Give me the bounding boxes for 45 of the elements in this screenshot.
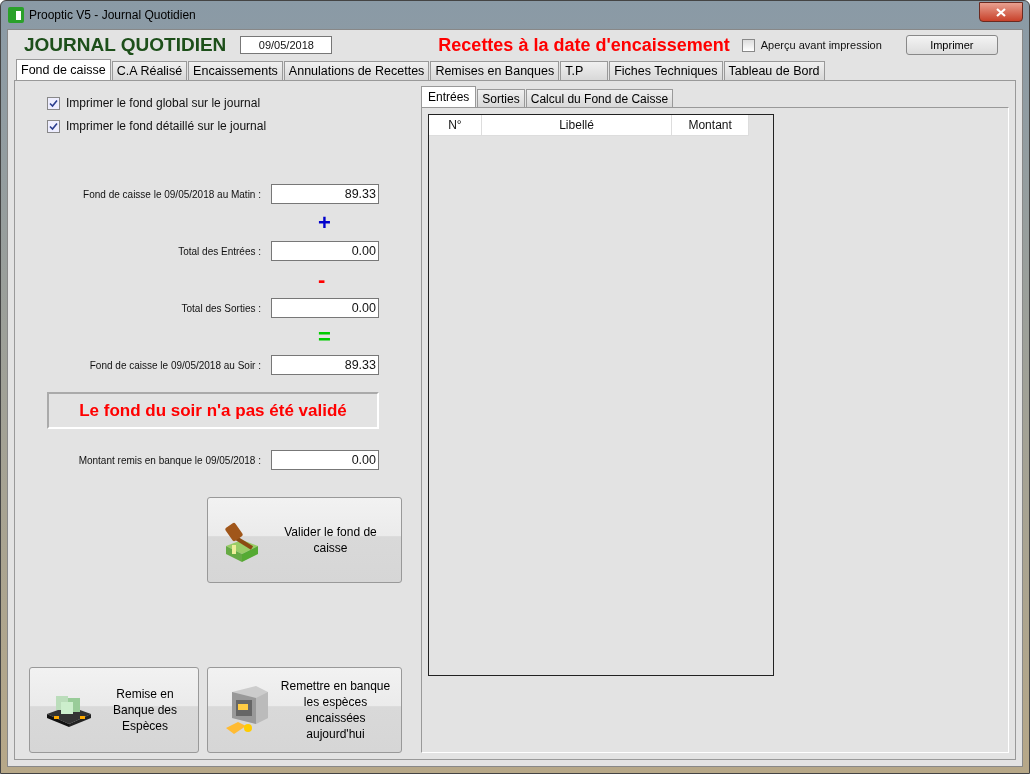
sub-tab[interactable]: Entrées <box>421 86 477 107</box>
close-icon <box>996 7 1006 17</box>
operator-sign: - <box>318 268 326 291</box>
field-label: Fond de caisse le 09/05/2018 au Matin : <box>82 188 262 200</box>
operator-sign: + <box>318 211 331 234</box>
tab[interactable]: Fiches Techniques <box>609 61 723 80</box>
tab[interactable]: T.P <box>560 61 609 80</box>
cash-deposit-button[interactable]: Remise en Banque des Espèces <box>29 667 199 753</box>
amount-field[interactable]: 0.00 <box>271 241 379 261</box>
validate-button[interactable]: Valider le fond de caisse <box>207 497 402 583</box>
checkbox[interactable] <box>47 119 60 133</box>
sub-tab[interactable]: Sorties <box>477 89 525 107</box>
tab[interactable]: Tableau de Bord <box>723 61 825 80</box>
amount-field[interactable]: 89.33 <box>271 355 379 375</box>
field-label: Montant remis en banque le 09/05/2018 : <box>77 454 262 466</box>
field-label: Total des Sorties : <box>180 302 262 314</box>
tab[interactable]: Encaissements <box>188 61 283 80</box>
app-logo-icon <box>8 7 24 23</box>
deposit-cash-button[interactable]: Remettre en banque les espèces encaissées aujourd'hui <box>207 667 402 753</box>
tab[interactable]: C.A Réalisé <box>111 61 188 80</box>
tab[interactable]: Annulations de Recettes <box>283 61 430 80</box>
checkbox-label: Imprimer le fond global sur le journal <box>66 96 261 110</box>
journal-title: JOURNAL QUOTIDIEN <box>24 34 227 56</box>
column-header: Libellé <box>481 115 673 135</box>
report-subtitle: Recettes à la date d'encaissement <box>438 34 730 56</box>
field-label: Fond de caisse le 09/05/2018 au Soir : <box>88 359 262 371</box>
tab[interactable]: Fond de caisse <box>16 59 111 80</box>
operator-sign: = <box>318 325 331 348</box>
preview-checkbox[interactable] <box>741 38 755 52</box>
tab[interactable]: Remises en Banques <box>430 61 560 80</box>
print-button[interactable]: Imprimer <box>905 35 998 55</box>
amount-field[interactable]: 0.00 <box>271 450 379 470</box>
checkbox[interactable] <box>47 96 60 110</box>
window-title: Prooptic V5 - Journal Quotidien <box>29 8 196 22</box>
checkbox-label: Imprimer le fond détaillé sur le journal <box>66 119 267 133</box>
status-message: Le fond du soir n'a pas été validé <box>47 392 379 429</box>
date-field[interactable]: 09/05/2018 <box>240 36 333 54</box>
amount-field[interactable]: 0.00 <box>271 298 379 318</box>
column-header: N° <box>429 115 482 135</box>
checkbox-label: Aperçu avant impression <box>760 39 882 51</box>
close-button[interactable] <box>979 2 1023 22</box>
sub-tab[interactable]: Calcul du Fond de Caisse <box>525 89 674 107</box>
amount-field[interactable]: 89.33 <box>271 184 379 204</box>
column-header: Montant <box>672 115 749 135</box>
field-label: Total des Entrées : <box>177 245 262 257</box>
